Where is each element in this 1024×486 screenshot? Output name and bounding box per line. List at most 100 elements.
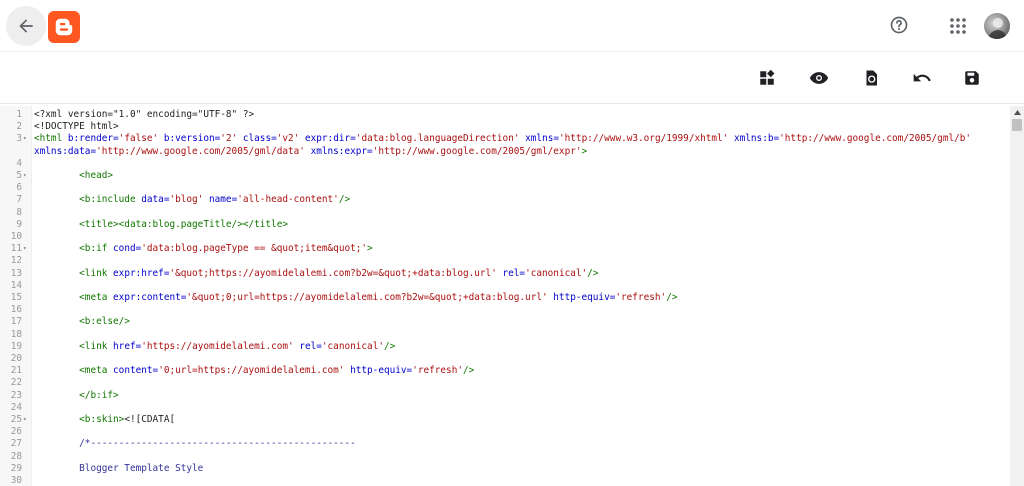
code-token: xmlns:b= xyxy=(733,133,780,145)
save-icon xyxy=(965,71,979,85)
code-token: 'http://www.w3.org/1999/xhtml' xyxy=(559,133,734,145)
code-token: name= xyxy=(209,194,238,206)
save-button[interactable] xyxy=(960,66,984,90)
code-token: expr:href= xyxy=(113,267,170,279)
code-line[interactable]: 30 xyxy=(0,475,1010,486)
arrow-back-icon xyxy=(19,19,33,33)
line-number: 19 xyxy=(10,340,22,352)
preview-button[interactable] xyxy=(807,66,831,90)
code-line[interactable]: 16 xyxy=(0,304,1010,316)
undo-button[interactable] xyxy=(910,66,934,90)
code-line[interactable]: 13 <link expr:href='&quot;https://ayomid… xyxy=(0,268,1010,280)
code-token: rel= xyxy=(502,267,526,279)
code-line[interactable]: 14 xyxy=(0,280,1010,292)
code-line[interactable]: 15 <meta expr:content='&quot;0;url=https… xyxy=(0,292,1010,304)
help-circle-icon xyxy=(890,16,908,34)
code-token: cond= xyxy=(113,243,142,255)
code-line[interactable]: xmlns:data='http://www.google.com/2005/g… xyxy=(0,146,1010,158)
code-token: 'canonical' xyxy=(321,340,384,352)
editor-toolbar xyxy=(0,52,1024,104)
line-number: 24 xyxy=(10,401,22,413)
line-number: 23 xyxy=(10,389,22,401)
help-button[interactable] xyxy=(887,13,911,37)
code-line[interactable]: 29 Blogger Template Style xyxy=(0,463,1010,475)
fold-toggle-icon[interactable]: ▾ xyxy=(23,170,27,182)
line-number: 18 xyxy=(10,328,22,340)
code-line[interactable]: 4 xyxy=(0,158,1010,170)
code-token: class= xyxy=(242,133,277,145)
code-line[interactable]: 17 <b:else/> xyxy=(0,316,1010,328)
google-apps-button[interactable] xyxy=(946,14,970,38)
code-token: expr:dir= xyxy=(304,133,356,145)
jump-to-widget-button[interactable] xyxy=(755,66,779,90)
code-token: 'http://www.google.com/2005/gml/data' xyxy=(96,145,311,157)
line-number: 2 xyxy=(16,121,22,133)
fold-toggle-icon[interactable]: ▾ xyxy=(23,243,27,255)
code-text: <meta expr:content='&quot;0;url=https://… xyxy=(34,292,677,304)
code-line[interactable]: 6 xyxy=(0,182,1010,194)
code-line[interactable]: 25 ▾ <b:skin><![CDATA[ xyxy=(0,414,1010,426)
code-line[interactable]: 27 /*-----------------------------------… xyxy=(0,438,1010,450)
line-number: 17 xyxy=(10,316,22,328)
code-line[interactable]: 5 ▾ <head> xyxy=(0,170,1010,182)
fold-toggle-icon[interactable]: ▾ xyxy=(23,133,27,145)
code-line[interactable]: 2 <!DOCTYPE html> xyxy=(0,121,1010,133)
code-token: xmlns:expr= xyxy=(310,145,373,157)
restore-button[interactable] xyxy=(859,66,883,90)
code-line[interactable]: 7 <b:include data='blog' name='all-head-… xyxy=(0,194,1010,206)
vertical-scrollbar[interactable] xyxy=(1010,106,1024,486)
code-token: /> xyxy=(587,267,599,279)
account-avatar[interactable] xyxy=(984,13,1010,39)
code-token: <head> xyxy=(79,170,114,181)
code-line[interactable]: 24 xyxy=(0,402,1010,414)
html-code-editor[interactable]: 1 <?xml version="1.0" encoding="UTF-8" ?>… xyxy=(0,106,1024,486)
scrollbar-thumb[interactable] xyxy=(1012,119,1022,131)
code-line[interactable]: 22 xyxy=(0,377,1010,389)
line-number: 14 xyxy=(10,279,22,291)
code-token: Blogger Template Style xyxy=(79,462,204,474)
code-line[interactable]: 8 xyxy=(0,207,1010,219)
code-token: <meta xyxy=(79,292,114,303)
fold-toggle-icon[interactable]: ▾ xyxy=(23,414,27,426)
code-token: 'http://www.google.com/2005/gml/expr' xyxy=(372,145,582,157)
code-text: <link href='https://ayomidelalemi.com' r… xyxy=(34,341,395,353)
line-number: 6 xyxy=(16,182,22,194)
code-token: <meta xyxy=(79,365,114,377)
code-line[interactable]: 11 ▾ <b:if cond='data:blog.pageType == &q… xyxy=(0,243,1010,255)
code-token: <b:if xyxy=(79,243,114,255)
code-token: 'refresh' xyxy=(615,292,667,303)
scroll-up-arrow-icon[interactable] xyxy=(1010,106,1024,118)
code-line[interactable]: 28 xyxy=(0,451,1010,463)
code-line[interactable]: 26 xyxy=(0,426,1010,438)
line-number: 12 xyxy=(10,255,22,267)
line-number: 10 xyxy=(10,231,22,242)
code-token: b:render= xyxy=(67,133,119,145)
code-line[interactable]: 1 <?xml version="1.0" encoding="UTF-8" ?> xyxy=(0,109,1010,121)
code-line[interactable]: 18 xyxy=(0,329,1010,341)
code-line[interactable]: 21 <meta content='0;url=https://ayomidel… xyxy=(0,365,1010,377)
line-number: 21 xyxy=(10,365,22,377)
code-line[interactable]: 3 ▾ <html b:render='false' b:version='2' c… xyxy=(0,133,1010,145)
code-line[interactable]: 9 <title><data:blog.pageTitle/></title> xyxy=(0,219,1010,231)
code-line[interactable]: 19 <link href='https://ayomidelalemi.com… xyxy=(0,341,1010,353)
blogger-logo-icon[interactable] xyxy=(48,11,80,43)
line-number: 20 xyxy=(10,353,22,364)
code-token: <link xyxy=(79,340,114,352)
code-line[interactable]: 10 xyxy=(0,231,1010,243)
code-line[interactable]: 12 xyxy=(0,255,1010,267)
code-token: http-equiv= xyxy=(553,292,616,303)
code-text: <head> xyxy=(34,170,113,182)
code-token: 'data:blog.languageDirection' xyxy=(355,133,526,145)
code-token: /> xyxy=(338,194,351,206)
code-line[interactable]: 23 </b:if> xyxy=(0,390,1010,402)
code-line[interactable]: 20 xyxy=(0,353,1010,365)
code-token: > xyxy=(581,145,588,157)
line-number: 11 xyxy=(10,243,22,255)
line-number: 25 xyxy=(10,414,22,425)
code-text: </b:if> xyxy=(34,390,119,402)
back-button[interactable] xyxy=(6,6,46,46)
